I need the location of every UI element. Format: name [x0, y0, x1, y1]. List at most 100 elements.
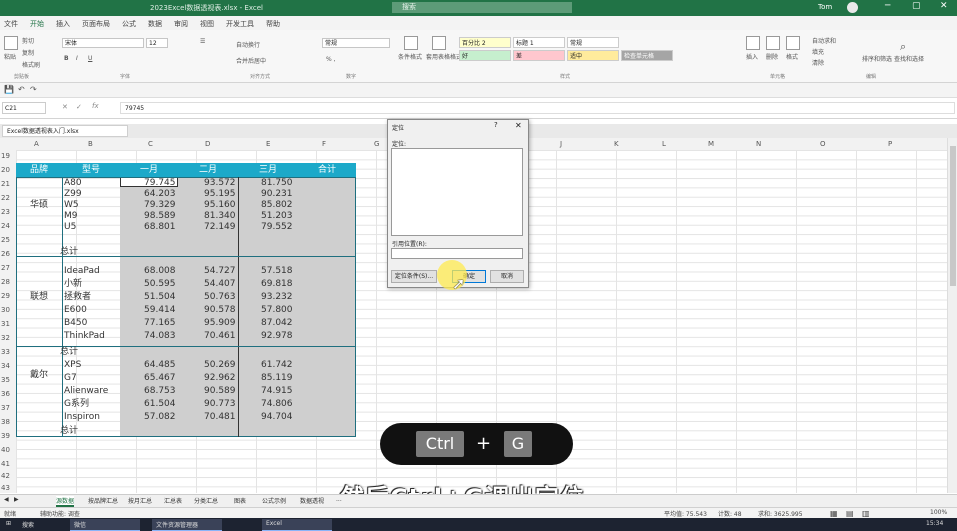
style-neutral[interactable]: 适中: [567, 50, 619, 61]
row-header[interactable]: 33: [1, 348, 10, 356]
header-model[interactable]: 型号: [62, 163, 120, 177]
row-header[interactable]: 26: [1, 250, 10, 258]
col-header[interactable]: O: [820, 140, 826, 148]
feb-cell[interactable]: 90.773: [204, 399, 236, 410]
model-cell[interactable]: Inspiron: [64, 412, 100, 423]
feb-cell[interactable]: 54.407: [204, 279, 236, 290]
jan-cell[interactable]: 61.504: [144, 399, 176, 410]
tab-help[interactable]: 帮助: [266, 19, 280, 29]
taskbar-app[interactable]: 文件资源管理器: [152, 519, 222, 531]
search-box[interactable]: 搜索: [392, 2, 572, 13]
vertical-scrollbar[interactable]: [947, 138, 957, 493]
brand-cell[interactable]: 戴尔: [30, 369, 48, 381]
mar-cell[interactable]: 74.915: [261, 386, 293, 397]
jan-cell[interactable]: 64.485: [144, 360, 176, 371]
feb-cell[interactable]: 92.962: [204, 373, 236, 384]
find-select-button[interactable]: 查找和选择: [894, 54, 924, 63]
paste-icon[interactable]: [4, 36, 18, 50]
col-header[interactable]: M: [708, 140, 714, 148]
model-cell[interactable]: U5: [64, 222, 76, 233]
feb-cell[interactable]: 95.160: [204, 200, 236, 211]
cancel-icon[interactable]: ✕: [62, 103, 68, 111]
clock[interactable]: 15:34: [926, 520, 943, 527]
save-icon[interactable]: 💾: [4, 85, 14, 94]
italic-icon[interactable]: I: [76, 55, 78, 62]
format-painter-button[interactable]: 格式刷: [22, 60, 40, 69]
tab-file[interactable]: 文件: [4, 19, 18, 29]
col-header[interactable]: D: [205, 140, 210, 148]
jan-cell[interactable]: 64.203: [144, 189, 176, 200]
col-header[interactable]: E: [266, 140, 270, 148]
model-cell[interactable]: E600: [64, 305, 87, 316]
autosum-button[interactable]: 自动求和: [812, 36, 836, 45]
sheet-tab-more[interactable]: ...: [336, 496, 342, 503]
row-header[interactable]: 39: [1, 432, 10, 440]
format-cells-icon[interactable]: [786, 36, 800, 50]
nav-left-icon[interactable]: ◀: [4, 496, 9, 503]
model-cell[interactable]: G7: [64, 373, 77, 384]
enter-icon[interactable]: ✓: [76, 103, 82, 111]
row-header[interactable]: 36: [1, 390, 10, 398]
feb-cell[interactable]: 70.461: [204, 331, 236, 342]
insert-cells-icon[interactable]: [746, 36, 760, 50]
tab-data[interactable]: 数据: [148, 19, 162, 29]
function-icon[interactable]: fx: [92, 102, 99, 110]
tab-formulas[interactable]: 公式: [122, 19, 136, 29]
fill-button[interactable]: 填充: [812, 47, 824, 56]
col-header[interactable]: P: [888, 140, 892, 148]
copy-button[interactable]: 复制: [22, 48, 34, 57]
align-icon[interactable]: ☰: [200, 38, 205, 45]
row-header[interactable]: 30: [1, 306, 10, 314]
feb-cell[interactable]: 81.340: [204, 211, 236, 222]
row-header[interactable]: 31: [1, 320, 10, 328]
row-header[interactable]: 40: [1, 446, 10, 454]
feb-cell[interactable]: 72.149: [204, 222, 236, 233]
mar-cell[interactable]: 74.806: [261, 399, 293, 410]
col-header[interactable]: A: [34, 140, 39, 148]
cancel-button[interactable]: 取消: [490, 270, 524, 283]
feb-cell[interactable]: 93.572: [204, 178, 236, 189]
mar-cell[interactable]: 81.750: [261, 178, 293, 189]
wrap-text-button[interactable]: 自动换行: [236, 40, 260, 49]
help-icon[interactable]: ?: [494, 121, 498, 129]
minimize-button[interactable]: ─: [885, 1, 890, 11]
jan-cell[interactable]: 51.504: [144, 292, 176, 303]
model-cell[interactable]: ThinkPad: [64, 331, 105, 342]
row-header[interactable]: 42: [1, 472, 10, 480]
row-header[interactable]: 20: [1, 166, 10, 174]
row-header[interactable]: 32: [1, 334, 10, 342]
brand-cell[interactable]: 联想: [30, 291, 48, 303]
feb-cell[interactable]: 70.481: [204, 412, 236, 423]
mar-cell[interactable]: 85.802: [261, 200, 293, 211]
redo-icon[interactable]: ↷: [30, 85, 37, 94]
style-good[interactable]: 好: [459, 50, 511, 61]
mar-cell[interactable]: 69.818: [261, 279, 293, 290]
taskbar-search[interactable]: 搜索: [22, 520, 34, 529]
merge-center-button[interactable]: 合并后居中: [236, 56, 266, 65]
nav-right-icon[interactable]: ▶: [14, 496, 19, 503]
jan-cell[interactable]: 68.008: [144, 266, 176, 277]
mar-cell[interactable]: 87.042: [261, 318, 293, 329]
jan-cell[interactable]: 57.082: [144, 412, 176, 423]
mar-cell[interactable]: 90.231: [261, 189, 293, 200]
col-header[interactable]: J: [560, 140, 562, 148]
jan-cell[interactable]: 68.753: [144, 386, 176, 397]
sheet-tab[interactable]: 公式示例: [262, 496, 286, 505]
brand-cell[interactable]: 华硕: [30, 199, 48, 211]
mar-cell[interactable]: 93.232: [261, 292, 293, 303]
undo-icon[interactable]: ↶: [18, 85, 25, 94]
mar-cell[interactable]: 85.119: [261, 373, 293, 384]
row-header[interactable]: 25: [1, 236, 10, 244]
row-header[interactable]: 23: [1, 208, 10, 216]
tab-view[interactable]: 视图: [200, 19, 214, 29]
feb-cell[interactable]: 90.578: [204, 305, 236, 316]
zoom-level[interactable]: 100%: [930, 509, 947, 516]
row-header[interactable]: 35: [1, 376, 10, 384]
sheet-tab[interactable]: 按月汇总: [128, 496, 152, 505]
mar-cell[interactable]: 61.742: [261, 360, 293, 371]
underline-icon[interactable]: U: [88, 55, 92, 62]
sort-filter-button[interactable]: 排序和筛选: [862, 54, 892, 63]
subtotal-cell[interactable]: 总计: [60, 247, 78, 258]
mar-cell[interactable]: 51.203: [261, 211, 293, 222]
table-format-icon[interactable]: [432, 36, 446, 50]
